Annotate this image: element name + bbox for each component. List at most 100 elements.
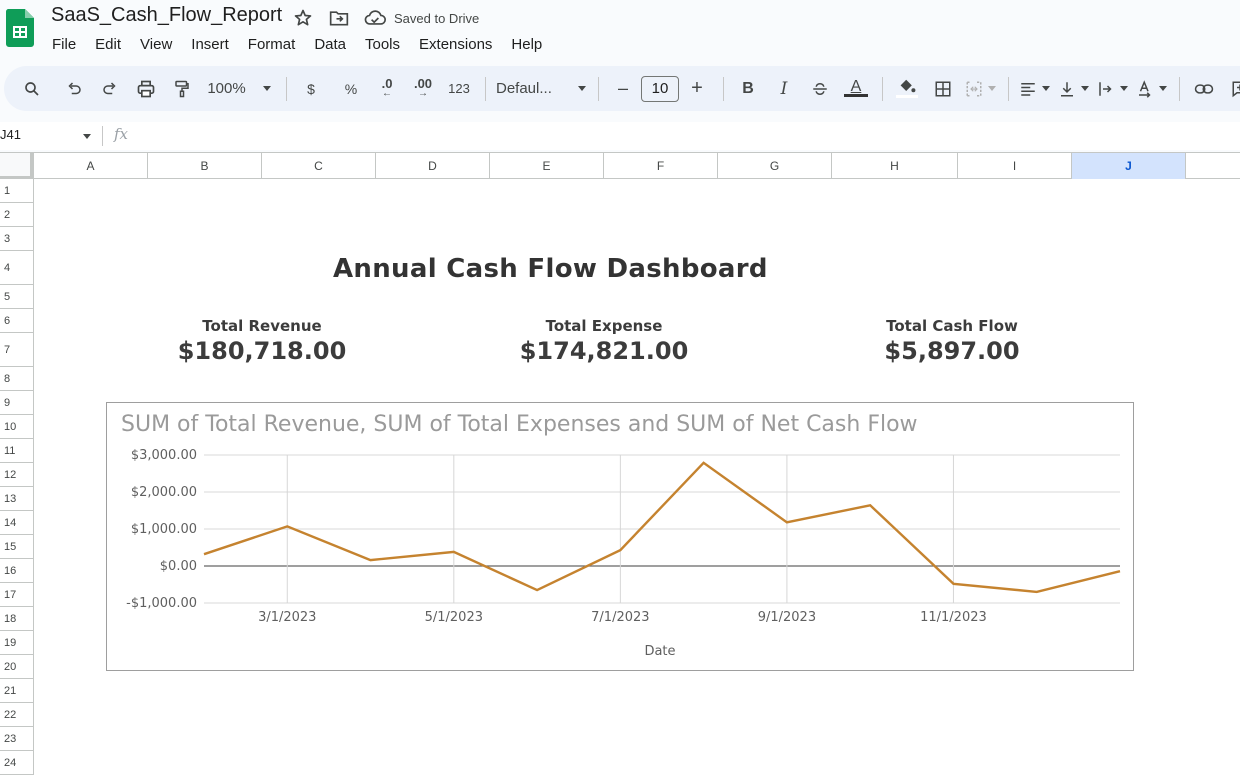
- select-all-corner[interactable]: [0, 153, 34, 179]
- menu-insert[interactable]: Insert: [191, 35, 236, 53]
- row-header-21[interactable]: 21: [0, 679, 34, 703]
- column-header-k[interactable]: [1186, 153, 1240, 179]
- decrease-decimal-button[interactable]: .0 ←: [373, 74, 401, 104]
- align-left-icon: [1021, 82, 1035, 96]
- font-select[interactable]: Defaul...: [496, 74, 586, 104]
- column-header-d[interactable]: D: [376, 153, 490, 179]
- menu-file[interactable]: File: [52, 35, 83, 53]
- row-header-8[interactable]: 8: [0, 367, 34, 391]
- row-header-18[interactable]: 18: [0, 607, 34, 631]
- stat-value: $174,821.00: [519, 337, 689, 365]
- more-formats-button[interactable]: 123: [445, 74, 473, 104]
- row-header-19[interactable]: 19: [0, 631, 34, 655]
- bold-button[interactable]: B: [734, 74, 762, 104]
- decrease-font-size-button[interactable]: –: [609, 74, 637, 104]
- toolbar-divider: [286, 76, 287, 101]
- print-icon: [137, 80, 155, 97]
- zoom-select[interactable]: 100%: [204, 74, 274, 104]
- paint-format-button[interactable]: [168, 74, 196, 104]
- strikethrough-icon: [813, 82, 827, 95]
- row-header-1[interactable]: 1: [0, 179, 34, 203]
- row-header-23[interactable]: 23: [0, 727, 34, 751]
- row-header-7[interactable]: 7: [0, 333, 34, 367]
- column-header-g[interactable]: G: [718, 153, 832, 179]
- y-tick-label: $1,000.00: [131, 522, 197, 537]
- row-header-22[interactable]: 22: [0, 703, 34, 727]
- star-icon[interactable]: [292, 7, 314, 29]
- text-wrapping-button[interactable]: [1097, 74, 1128, 104]
- font-size-input[interactable]: 10: [641, 75, 679, 102]
- row-header-9[interactable]: 9: [0, 391, 34, 415]
- sheets-logo-icon[interactable]: [5, 9, 35, 47]
- column-header-f[interactable]: F: [604, 153, 718, 179]
- row-header-5[interactable]: 5: [0, 285, 34, 309]
- y-tick-label: $2,000.00: [131, 485, 197, 500]
- column-header-a[interactable]: A: [34, 153, 148, 179]
- cloud-saved-icon[interactable]: [364, 7, 386, 29]
- borders-button[interactable]: [929, 74, 957, 104]
- row-header-13[interactable]: 13: [0, 487, 34, 511]
- merge-cells-button[interactable]: [965, 74, 996, 104]
- menu-format[interactable]: Format: [248, 35, 303, 53]
- redo-button[interactable]: [96, 74, 124, 104]
- stat-total-cash-flow: Total Cash Flow $5,897.00: [852, 317, 1052, 365]
- row-header-3[interactable]: 3: [0, 227, 34, 251]
- move-folder-icon[interactable]: [328, 7, 350, 29]
- menu-tools[interactable]: Tools: [365, 35, 407, 53]
- row-header-10[interactable]: 10: [0, 415, 34, 439]
- text-color-button[interactable]: A: [842, 74, 870, 104]
- line-chart[interactable]: SUM of Total Revenue, SUM of Total Expen…: [106, 402, 1134, 671]
- column-header-e[interactable]: E: [490, 153, 604, 179]
- row-header-12[interactable]: 12: [0, 463, 34, 487]
- chevron-down-icon: [262, 86, 271, 91]
- column-header-h[interactable]: H: [832, 153, 958, 179]
- row-header-24[interactable]: 24: [0, 751, 34, 775]
- toolbar-divider: [485, 76, 486, 101]
- row-header-15[interactable]: 15: [0, 535, 34, 559]
- row-header-4[interactable]: 4: [0, 251, 34, 285]
- row-header-6[interactable]: 6: [0, 309, 34, 333]
- text-color-swatch: [844, 94, 868, 97]
- name-box[interactable]: J41: [0, 127, 21, 142]
- vertical-align-button[interactable]: [1058, 74, 1089, 104]
- menu-view[interactable]: View: [140, 35, 179, 53]
- italic-button[interactable]: I: [770, 74, 798, 104]
- toolbar-divider: [1008, 76, 1009, 101]
- stat-value: $5,897.00: [884, 337, 1020, 365]
- row-header-20[interactable]: 20: [0, 655, 34, 679]
- insert-link-button[interactable]: [1190, 74, 1218, 104]
- borders-icon: [935, 81, 951, 96]
- horizontal-align-button[interactable]: [1019, 74, 1050, 104]
- row-header-17[interactable]: 17: [0, 583, 34, 607]
- increase-decimal-button[interactable]: .00 →: [409, 74, 437, 104]
- fill-color-button[interactable]: [893, 74, 921, 104]
- menu-data[interactable]: Data: [314, 35, 353, 53]
- toolbar: 100% $ % .0 ← .00 → 123 Defaul... – 10 +…: [4, 66, 1240, 111]
- format-percent-button[interactable]: %: [337, 74, 365, 104]
- comment-add-icon: [1232, 81, 1240, 97]
- increase-font-size-button[interactable]: +: [683, 74, 711, 104]
- column-header-c[interactable]: C: [262, 153, 376, 179]
- strikethrough-button[interactable]: [806, 74, 834, 104]
- column-header-b[interactable]: B: [148, 153, 262, 179]
- text-rotation-button[interactable]: [1136, 74, 1167, 104]
- print-button[interactable]: [132, 74, 160, 104]
- row-header-14[interactable]: 14: [0, 511, 34, 535]
- column-header-j[interactable]: J: [1072, 153, 1186, 179]
- column-header-i[interactable]: I: [958, 153, 1072, 179]
- menu-extensions[interactable]: Extensions: [419, 35, 499, 53]
- column-header-row: A B C D E F G H I J: [0, 152, 1240, 179]
- row-header-2[interactable]: 2: [0, 203, 34, 227]
- undo-button[interactable]: [60, 74, 88, 104]
- document-title[interactable]: SaaS_Cash_Flow_Report: [51, 4, 282, 27]
- chevron-down-icon[interactable]: [83, 134, 91, 139]
- x-axis-title: Date: [644, 644, 675, 659]
- format-currency-button[interactable]: $: [297, 74, 325, 104]
- y-tick-label: -$1,000.00: [126, 596, 197, 611]
- row-header-16[interactable]: 16: [0, 559, 34, 583]
- menu-help[interactable]: Help: [511, 35, 549, 53]
- row-header-11[interactable]: 11: [0, 439, 34, 463]
- search-menus-button[interactable]: [18, 74, 46, 104]
- menu-edit[interactable]: Edit: [95, 35, 128, 53]
- insert-comment-button[interactable]: [1226, 74, 1240, 104]
